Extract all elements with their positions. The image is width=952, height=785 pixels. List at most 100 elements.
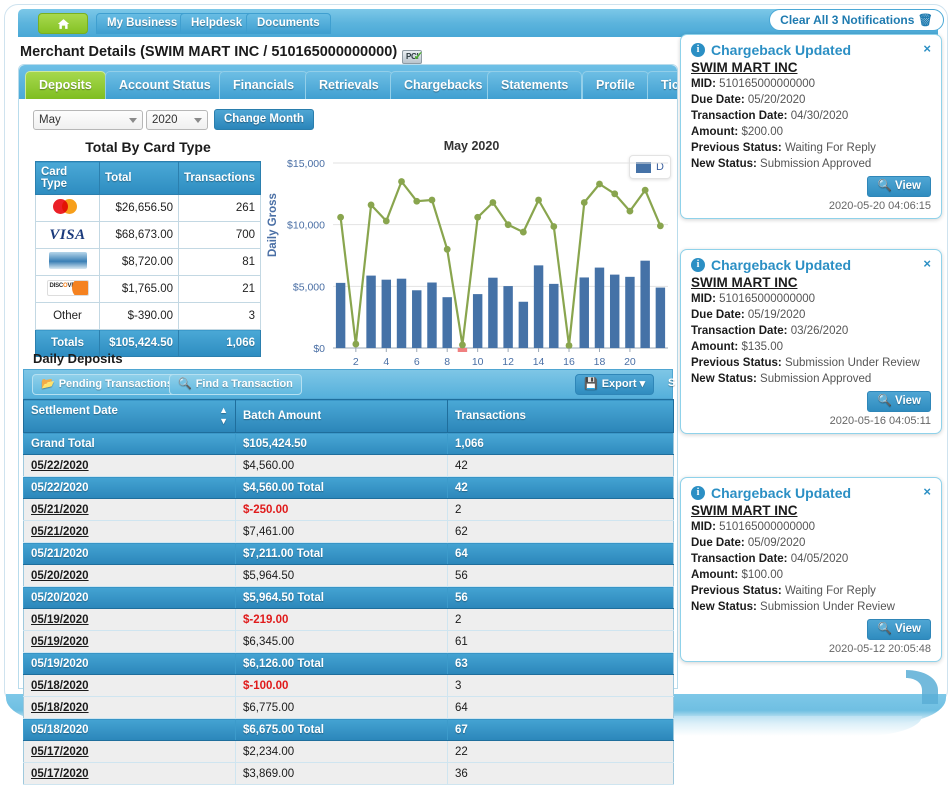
- chart-line-point: [337, 213, 345, 221]
- clear-all-notifications-button[interactable]: Clear All 3 Notifications 🗑: [769, 9, 944, 31]
- chart-line-point: [443, 245, 451, 253]
- tab-account-status[interactable]: Account Status: [105, 71, 225, 99]
- notification-card: i Chargeback Updated × SWIM MART INC MID: 51…: [680, 34, 942, 219]
- nav-item-documents[interactable]: Documents: [246, 13, 331, 34]
- settlement-date-cell[interactable]: 05/21/2020: [23, 520, 236, 543]
- batch-amount-cell: $2,234.00: [235, 740, 448, 763]
- card-total: $-390.00: [98, 302, 180, 330]
- col-total: Total: [98, 161, 180, 195]
- change-month-button[interactable]: Change Month: [214, 109, 314, 130]
- settlement-date-cell[interactable]: 05/22/2020: [23, 454, 236, 477]
- view-button[interactable]: 🔍 View: [867, 176, 931, 197]
- chart-y-tick-label: $10,000: [287, 220, 325, 232]
- settlement-date-cell[interactable]: 05/18/2020: [23, 696, 236, 719]
- settlement-date-link[interactable]: 05/22/2020: [31, 460, 89, 472]
- settlement-date-link[interactable]: 05/19/2020: [31, 636, 89, 648]
- amount-row: Amount: $100.00: [691, 569, 784, 581]
- tab-statements[interactable]: Statements: [487, 71, 583, 99]
- close-icon[interactable]: ×: [923, 42, 931, 56]
- chart-title: May 2020: [443, 139, 500, 153]
- page-title: Merchant Details (SWIM MART INC / 510165…: [20, 44, 423, 64]
- transactions-cell: 67: [447, 718, 674, 741]
- settlement-date-cell: 05/20/2020: [23, 586, 236, 609]
- daily-deposits-title: Daily Deposits: [33, 351, 123, 366]
- sort-icon[interactable]: ▲ ▼: [219, 405, 228, 427]
- card-total: $26,656.50: [98, 194, 180, 222]
- totals-transactions: 1,066: [178, 329, 261, 357]
- settlement-date-link[interactable]: 05/21/2020: [31, 504, 89, 516]
- settlement-date-link[interactable]: 05/19/2020: [31, 614, 89, 626]
- chart-line-point: [535, 196, 542, 204]
- settlement-date-link[interactable]: 05/17/2020: [31, 768, 89, 780]
- nav-item-helpdesk[interactable]: Helpdesk: [180, 13, 254, 34]
- settlement-date-link[interactable]: 05/20/2020: [31, 570, 89, 582]
- export-button[interactable]: 💾 Export ▾: [575, 374, 655, 395]
- view-label: View: [895, 395, 921, 407]
- settlement-date-cell[interactable]: 05/17/2020: [23, 740, 236, 763]
- table-row: DISCOVER $1,765.00 21: [35, 275, 261, 303]
- home-button[interactable]: [38, 13, 88, 34]
- new-status-row: New Status: Submission Approved: [691, 373, 872, 385]
- table-row: 05/21/2020 $7,461.00 62: [23, 520, 674, 543]
- settlement-date-link[interactable]: 05/18/2020: [31, 702, 89, 714]
- merchant-name-link[interactable]: SWIM MART INC: [691, 503, 797, 518]
- year-dropdown[interactable]: 2020: [146, 109, 208, 130]
- batch-amount-cell: $6,126.00 Total: [235, 652, 448, 675]
- table-row: 05/19/2020 $-219.00 2: [23, 608, 674, 631]
- tab-chargebacks[interactable]: Chargebacks: [390, 71, 497, 99]
- pending-transactions-button[interactable]: 📂 Pending Transactions: [32, 374, 183, 395]
- daily-deposits-table: Settlement Date ▲ ▼ Batch Amount Transact…: [23, 399, 674, 785]
- chart-x-tick-label: 10: [472, 356, 484, 368]
- transactions-cell: 2: [447, 498, 674, 521]
- transactions-cell: 64: [447, 696, 674, 719]
- tab-profile[interactable]: Profile: [582, 71, 649, 99]
- visa-logo: VISA: [35, 221, 100, 249]
- col-settlement-date[interactable]: Settlement Date ▲ ▼: [23, 399, 236, 433]
- chart-bar: [533, 265, 544, 348]
- find-transaction-button[interactable]: 🔍 Find a Transaction: [169, 374, 302, 395]
- chart-line-point: [398, 178, 405, 185]
- settlement-date-link[interactable]: 05/21/2020: [31, 526, 89, 538]
- trash-icon: 🗑: [917, 13, 933, 27]
- settlement-date-cell[interactable]: 05/21/2020: [23, 498, 236, 521]
- nav-item-my-business[interactable]: My Business: [96, 13, 189, 34]
- tab-retrievals[interactable]: Retrievals: [305, 71, 393, 99]
- info-icon: i: [691, 43, 705, 57]
- view-button[interactable]: 🔍 View: [867, 391, 931, 412]
- tab-financials[interactable]: Financials: [219, 71, 309, 99]
- card-transactions: 261: [178, 194, 261, 222]
- month-dropdown[interactable]: May: [33, 109, 143, 130]
- notification-timestamp: 2020-05-16 04:05:11: [829, 415, 931, 427]
- transactions-cell: 42: [447, 476, 674, 499]
- chart-y-tick-label: $15,000: [287, 158, 325, 170]
- close-icon[interactable]: ×: [923, 257, 931, 271]
- due-date-row: Due Date: 05/19/2020: [691, 309, 806, 321]
- col-batch-amount[interactable]: Batch Amount: [235, 399, 448, 433]
- view-label: View: [895, 180, 921, 192]
- chart-line-point: [367, 201, 375, 209]
- merchant-name-link[interactable]: SWIM MART INC: [691, 60, 797, 75]
- settlement-date-cell[interactable]: 05/17/2020: [23, 762, 236, 785]
- settlement-date-link[interactable]: 05/17/2020: [31, 746, 89, 758]
- batch-amount-cell: $7,211.00 Total: [235, 542, 448, 565]
- notification-card: i Chargeback Updated × SWIM MART INC MID: 51…: [680, 477, 942, 662]
- view-label: View: [895, 623, 921, 635]
- chart-bar: [472, 294, 483, 348]
- due-date-row: Due Date: 05/09/2020: [691, 537, 806, 549]
- chart-line-point: [519, 228, 527, 236]
- settlement-date-cell[interactable]: 05/19/2020: [23, 608, 236, 631]
- chart-bar: [655, 287, 666, 348]
- merchant-name-link[interactable]: SWIM MART INC: [691, 275, 797, 290]
- settlement-date-link[interactable]: 05/18/2020: [31, 680, 89, 692]
- chart-y-tick-label: $5,000: [293, 281, 325, 293]
- mid-row: MID: 510165000000000: [691, 521, 816, 533]
- amount-row: Amount: $135.00: [691, 341, 784, 353]
- close-icon[interactable]: ×: [923, 485, 931, 499]
- tab-deposits[interactable]: Deposits: [25, 71, 106, 99]
- settlement-date-cell[interactable]: 05/20/2020: [23, 564, 236, 587]
- settlement-date-cell[interactable]: 05/19/2020: [23, 630, 236, 653]
- transactions-cell: 64: [447, 542, 674, 565]
- settlement-date-cell[interactable]: 05/18/2020: [23, 674, 236, 697]
- col-transactions[interactable]: Transactions: [447, 399, 674, 433]
- view-button[interactable]: 🔍 View: [867, 619, 931, 640]
